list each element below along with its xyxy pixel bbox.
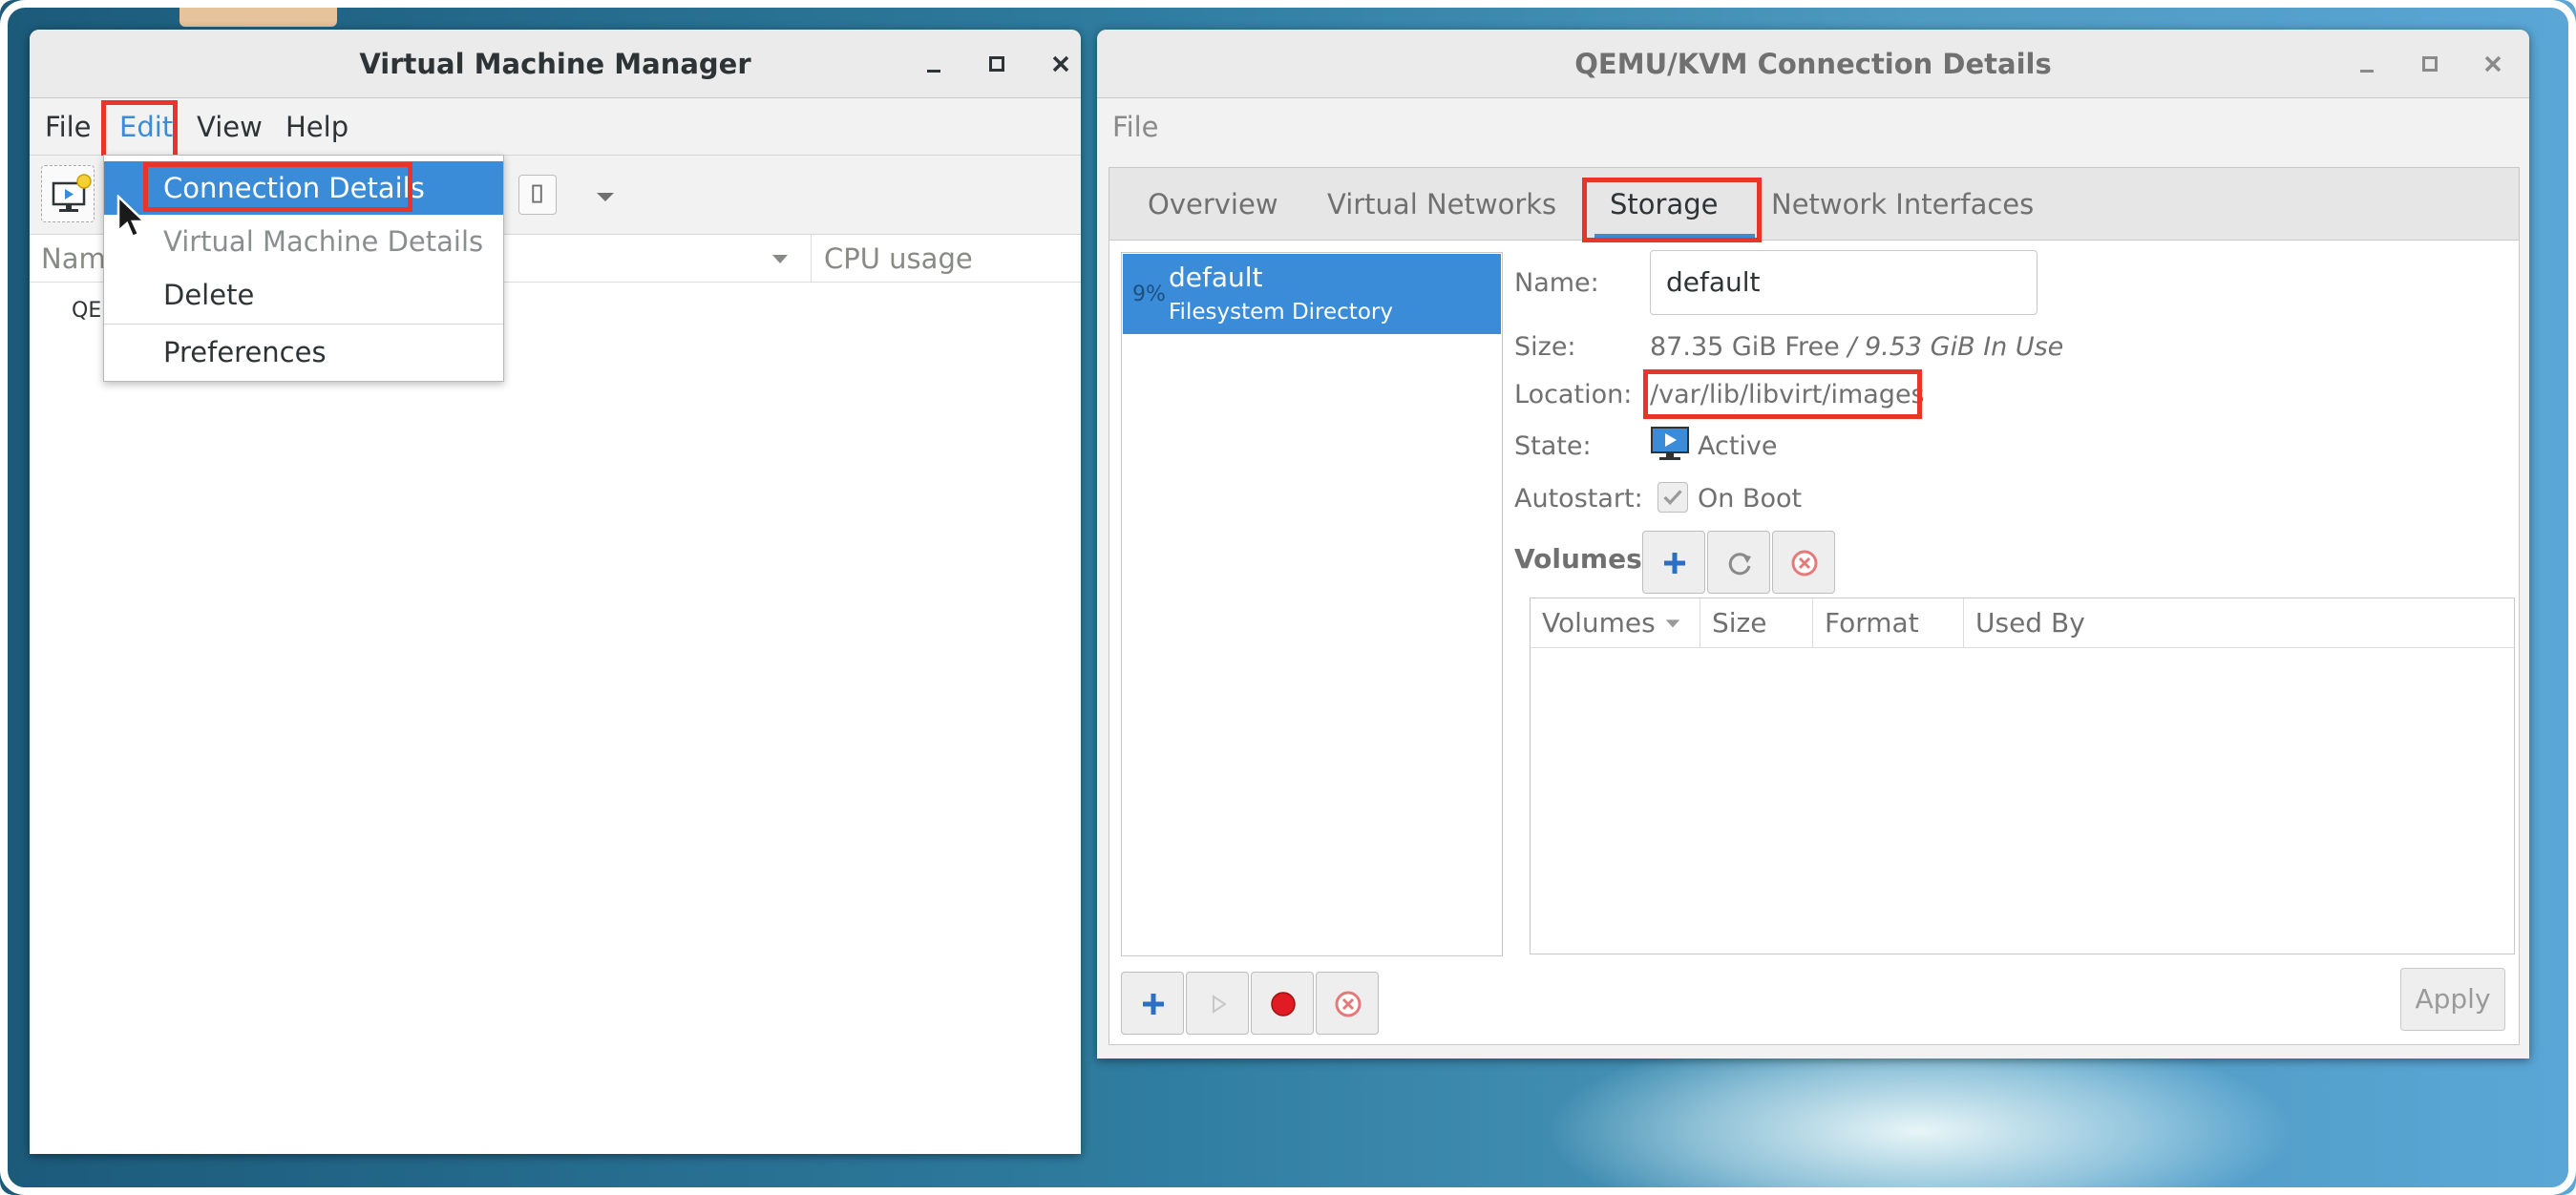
connection-details-window: QEMU/KVM Connection Details File Overvie… bbox=[1097, 30, 2529, 1059]
vmm-menubar: File Edit View Help bbox=[30, 98, 1081, 156]
close-icon[interactable] bbox=[2476, 47, 2510, 81]
volumes-table: Volumes Size Format Used By bbox=[1530, 598, 2515, 954]
tab-network-interfaces[interactable]: Network Interfaces bbox=[1771, 168, 2034, 241]
tab-bar: Overview Virtual Networks Storage Networ… bbox=[1109, 168, 2519, 241]
vmm-titlebar: Virtual Machine Manager bbox=[30, 30, 1081, 98]
volumes-label: Volumes bbox=[1514, 543, 1642, 575]
menu-view[interactable]: View bbox=[197, 98, 263, 156]
pool-type: Filesystem Directory bbox=[1169, 300, 1393, 325]
minimize-icon[interactable] bbox=[2350, 47, 2384, 81]
conn-title: QEMU/KVM Connection Details bbox=[1574, 48, 2052, 80]
shutdown-button[interactable] bbox=[518, 175, 557, 215]
menu-item-delete[interactable]: Delete bbox=[104, 268, 503, 322]
size-value: 87.35 GiB Free / 9.53 GiB In Use bbox=[1650, 332, 2063, 362]
maximize-icon[interactable] bbox=[980, 47, 1014, 81]
autostart-checkbox[interactable] bbox=[1658, 482, 1688, 513]
plus-icon bbox=[1664, 553, 1685, 574]
conn-titlebar: QEMU/KVM Connection Details bbox=[1097, 30, 2529, 98]
delete-icon bbox=[1335, 991, 1362, 1017]
column-divider bbox=[811, 235, 812, 283]
connection-row-label[interactable]: QE bbox=[72, 299, 101, 323]
state-label: State: bbox=[1514, 431, 1592, 461]
state-active-icon bbox=[1650, 426, 1690, 462]
panel-tab bbox=[179, 8, 337, 27]
state-value: Active bbox=[1698, 431, 1778, 461]
refresh-icon bbox=[1728, 553, 1751, 576]
play-icon bbox=[1213, 995, 1227, 1014]
stop-icon bbox=[1271, 992, 1296, 1017]
stop-pool-button[interactable] bbox=[1251, 972, 1314, 1035]
vol-col-size[interactable]: Size bbox=[1700, 598, 1813, 648]
size-separator: / bbox=[1839, 332, 1865, 362]
volumes-table-header: Volumes Size Format Used By bbox=[1531, 598, 2514, 648]
location-highlight-box bbox=[1643, 369, 1922, 419]
menu-separator bbox=[104, 324, 503, 325]
vol-col-used-by[interactable]: Used By bbox=[1964, 598, 2515, 648]
new-vm-button[interactable] bbox=[41, 165, 95, 222]
delete-volume-button[interactable] bbox=[1772, 531, 1835, 594]
sort-chevron-icon bbox=[1665, 619, 1680, 628]
vol-col-volumes-label: Volumes bbox=[1542, 607, 1656, 639]
conn-menubar: File bbox=[1097, 98, 2529, 156]
refresh-volumes-button[interactable] bbox=[1707, 531, 1770, 594]
new-vm-icon bbox=[52, 174, 92, 212]
conn-notebook: Overview Virtual Networks Storage Networ… bbox=[1109, 167, 2520, 1045]
size-used: 9.53 GiB In Use bbox=[1864, 332, 2064, 362]
menu-file[interactable]: File bbox=[45, 98, 92, 156]
autostart-label: Autostart: bbox=[1514, 484, 1643, 514]
maximize-icon[interactable] bbox=[2413, 47, 2447, 81]
pool-usage-percent: 9% bbox=[1132, 283, 1166, 306]
add-pool-button[interactable] bbox=[1121, 972, 1184, 1035]
storage-tab-highlight-box bbox=[1582, 178, 1762, 242]
size-free: 87.35 GiB Free bbox=[1650, 332, 1840, 362]
edit-highlight-box bbox=[101, 100, 178, 159]
vol-col-format[interactable]: Format bbox=[1813, 598, 1964, 648]
pool-row-default[interactable]: 9% default Filesystem Directory bbox=[1123, 254, 1501, 334]
shutdown-icon bbox=[532, 184, 542, 203]
vol-col-volumes[interactable]: Volumes bbox=[1531, 598, 1700, 648]
tab-virtual-networks[interactable]: Virtual Networks bbox=[1327, 168, 1556, 241]
checkmark-icon bbox=[1663, 490, 1682, 505]
sort-chevron-icon[interactable] bbox=[769, 248, 792, 269]
plus-icon bbox=[1143, 994, 1164, 1015]
conn-menu-file[interactable]: File bbox=[1112, 98, 1159, 156]
chevron-down-icon[interactable] bbox=[591, 184, 620, 207]
mouse-cursor-icon bbox=[116, 194, 148, 241]
delete-icon bbox=[1791, 550, 1818, 577]
delete-pool-button[interactable] bbox=[1316, 972, 1379, 1035]
pool-name: default bbox=[1169, 262, 1263, 293]
add-volume-button[interactable] bbox=[1642, 531, 1705, 594]
menu-item-preferences[interactable]: Preferences bbox=[104, 325, 503, 379]
start-pool-button bbox=[1186, 972, 1249, 1035]
close-icon[interactable] bbox=[1044, 47, 1078, 81]
menu-help[interactable]: Help bbox=[285, 98, 348, 156]
column-cpu-usage[interactable]: CPU usage bbox=[824, 235, 973, 283]
tab-overview[interactable]: Overview bbox=[1148, 168, 1278, 241]
menu-item-vm-details: Virtual Machine Details bbox=[163, 225, 484, 258]
minimize-icon[interactable] bbox=[917, 47, 951, 81]
autostart-value: On Boot bbox=[1698, 484, 1803, 514]
location-label: Location: bbox=[1514, 380, 1633, 409]
connection-details-highlight-box bbox=[143, 162, 412, 212]
apply-button: Apply bbox=[2400, 968, 2505, 1031]
storage-pool-list: 9% default Filesystem Directory bbox=[1121, 252, 1503, 956]
size-label: Size: bbox=[1514, 332, 1576, 362]
pool-name-field[interactable]: default bbox=[1650, 250, 2038, 315]
name-label: Name: bbox=[1514, 268, 1599, 298]
